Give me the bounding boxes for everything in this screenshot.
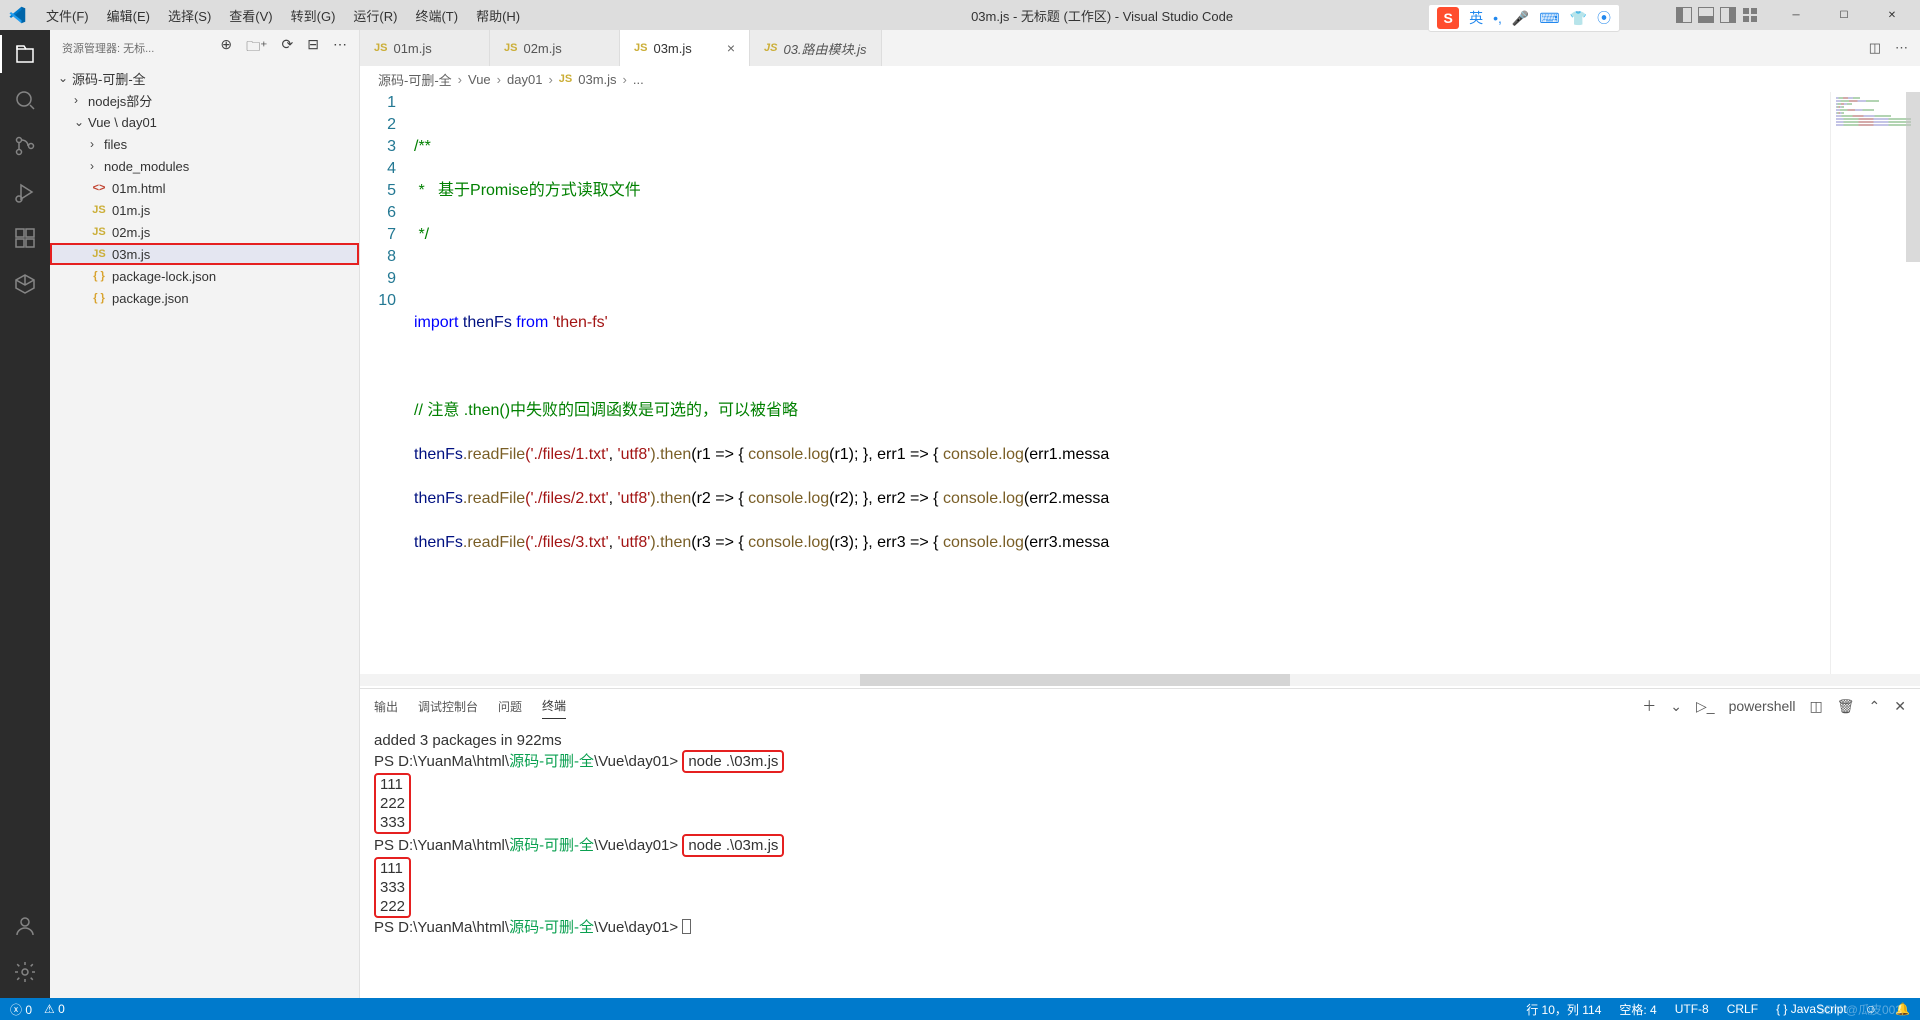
minimize-button[interactable]: ─ <box>1776 0 1816 30</box>
maximize-panel-icon[interactable]: ⌃ <box>1869 698 1881 715</box>
ime-lang[interactable]: 英 <box>1469 8 1483 28</box>
status-errors[interactable]: ⓧ 0 <box>10 1001 32 1018</box>
editor-tabs: JS01m.js JS02m.js JS03m.js× JS03.路由模块.js… <box>360 30 1920 66</box>
remote-icon[interactable] <box>11 270 39 298</box>
tree-folder-files[interactable]: ›files <box>50 133 359 155</box>
vscode-logo-icon <box>8 6 26 24</box>
tab-03m[interactable]: JS03m.js× <box>620 30 750 66</box>
account-icon[interactable] <box>11 912 39 940</box>
explorer-sidebar: 资源管理器: 无标... ⊕ 🗀⁺ ⟳ ⊟ ⋯ ⌄源码-可删-全 ›nodejs… <box>50 30 360 998</box>
editor-area: JS01m.js JS02m.js JS03m.js× JS03.路由模块.js… <box>360 30 1920 998</box>
tree-file-packagelock[interactable]: { }package-lock.json <box>50 265 359 287</box>
ime-user-icon[interactable]: 👕 <box>1570 10 1587 27</box>
menu-file[interactable]: 文件(F) <box>38 3 97 28</box>
terminal-content[interactable]: added 3 packages in 922ms PS D:\YuanMa\h… <box>360 723 1920 998</box>
tree-file-package[interactable]: { }package.json <box>50 287 359 309</box>
tree-folder-vue[interactable]: ⌄Vue \ day01 <box>50 111 359 133</box>
menu-view[interactable]: 查看(V) <box>221 3 280 28</box>
menu-terminal[interactable]: 终端(T) <box>407 3 466 28</box>
panel-tab-output[interactable]: 输出 <box>374 694 398 719</box>
explorer-icon[interactable] <box>11 40 39 68</box>
ime-keyboard-icon[interactable]: ⌨ <box>1539 10 1559 27</box>
horizontal-scrollbar[interactable] <box>360 674 1920 686</box>
tree-file-01m-js[interactable]: JS01m.js <box>50 199 359 221</box>
command-highlight: node .\03m.js <box>682 750 784 773</box>
bottom-panel: 输出 调试控制台 问题 终端 ＋ ⌄ ▷_ powershell ◫ 🗑 ⌃ ✕… <box>360 688 1920 998</box>
close-icon[interactable]: × <box>727 40 735 56</box>
tree-file-01m-html[interactable]: <>01m.html <box>50 177 359 199</box>
collapse-icon[interactable]: ⊟ <box>307 36 319 60</box>
source-control-icon[interactable] <box>11 132 39 160</box>
line-numbers: 12345 678910 <box>360 92 414 674</box>
output-highlight-1: 111222333 <box>374 773 411 834</box>
settings-icon[interactable] <box>11 958 39 986</box>
encoding[interactable]: UTF-8 <box>1675 1002 1709 1016</box>
tree-file-03m-js[interactable]: JS03m.js <box>50 243 359 265</box>
layout-grid-icon[interactable] <box>1742 7 1758 23</box>
search-icon[interactable] <box>11 86 39 114</box>
tree-root[interactable]: ⌄源码-可删-全 <box>50 67 359 89</box>
ime-mic-icon[interactable]: 🎤 <box>1512 10 1529 27</box>
panel-tabs: 输出 调试控制台 问题 终端 ＋ ⌄ ▷_ powershell ◫ 🗑 ⌃ ✕ <box>360 689 1920 723</box>
ime-punct-icon[interactable]: •, <box>1493 10 1502 26</box>
layout-left-icon[interactable] <box>1676 7 1692 23</box>
status-bar: ⓧ 0 ⚠ 0 行 10，列 114 空格: 4 UTF-8 CRLF { } … <box>0 998 1920 1020</box>
sidebar-header: 资源管理器: 无标... ⊕ 🗀⁺ ⟳ ⊟ ⋯ <box>50 30 359 65</box>
new-folder-icon[interactable]: 🗀⁺ <box>246 36 267 60</box>
trash-icon[interactable]: 🗑 <box>1837 698 1855 715</box>
panel-tab-debug[interactable]: 调试控制台 <box>418 694 478 719</box>
tree-file-02m-js[interactable]: JS02m.js <box>50 221 359 243</box>
window-controls: ─ ☐ ✕ <box>1676 0 1912 30</box>
sogou-icon[interactable]: S <box>1437 7 1459 29</box>
breadcrumb[interactable]: 源码-可删-全› Vue› day01› JS 03m.js› ... <box>360 66 1920 92</box>
tab-route[interactable]: JS03.路由模块.js <box>750 30 882 66</box>
panel-tab-terminal[interactable]: 终端 <box>542 693 566 719</box>
cursor <box>682 919 691 934</box>
vertical-scrollbar[interactable] <box>1906 92 1920 674</box>
run-debug-icon[interactable] <box>11 178 39 206</box>
activity-bar <box>0 30 50 998</box>
more-icon[interactable]: ⋯ <box>333 36 347 60</box>
status-warnings[interactable]: ⚠ 0 <box>44 1002 65 1016</box>
code-editor[interactable]: 12345 678910 /** * 基于Promise的方式读取文件 */ i… <box>360 92 1830 674</box>
command-highlight: node .\03m.js <box>682 834 784 857</box>
tab-01m[interactable]: JS01m.js <box>360 30 490 66</box>
tree-folder-nodejs[interactable]: ›nodejs部分 <box>50 89 359 111</box>
title-bar: 文件(F) 编辑(E) 选择(S) 查看(V) 转到(G) 运行(R) 终端(T… <box>0 0 1920 30</box>
terminal-dropdown-icon[interactable]: ⌄ <box>1670 698 1682 715</box>
ime-menu-icon[interactable]: ⦿ <box>1597 8 1611 28</box>
new-file-icon[interactable]: ⊕ <box>220 36 232 60</box>
sidebar-title: 资源管理器: 无标... <box>62 40 220 56</box>
tab-more-icon[interactable]: ⋯ <box>1895 40 1908 56</box>
menu-bar: 文件(F) 编辑(E) 选择(S) 查看(V) 转到(G) 运行(R) 终端(T… <box>38 3 528 28</box>
split-editor-icon[interactable]: ◫ <box>1869 40 1881 56</box>
close-button[interactable]: ✕ <box>1872 0 1912 30</box>
close-panel-icon[interactable]: ✕ <box>1894 698 1906 715</box>
menu-run[interactable]: 运行(R) <box>345 3 405 28</box>
menu-help[interactable]: 帮助(H) <box>468 3 528 28</box>
terminal-shell-icon[interactable]: ▷_ <box>1696 698 1715 715</box>
split-terminal-icon[interactable]: ◫ <box>1810 698 1823 715</box>
code-content[interactable]: /** * 基于Promise的方式读取文件 */ import thenFs … <box>414 92 1830 674</box>
watermark: SDN @瓜皮003 <box>1817 1001 1902 1018</box>
ime-toolbar[interactable]: S 英 •, 🎤 ⌨ 👕 ⦿ <box>1428 4 1620 32</box>
menu-goto[interactable]: 转到(G) <box>283 3 344 28</box>
new-terminal-icon[interactable]: ＋ <box>1642 696 1656 716</box>
indent[interactable]: 空格: 4 <box>1619 1001 1656 1018</box>
layout-bottom-icon[interactable] <box>1698 7 1714 23</box>
output-highlight-2: 111333222 <box>374 857 411 918</box>
menu-edit[interactable]: 编辑(E) <box>99 3 158 28</box>
menu-selection[interactable]: 选择(S) <box>160 3 219 28</box>
refresh-icon[interactable]: ⟳ <box>282 36 294 60</box>
tree-folder-nodemodules[interactable]: ›node_modules <box>50 155 359 177</box>
eol[interactable]: CRLF <box>1727 1002 1758 1016</box>
panel-tab-problems[interactable]: 问题 <box>498 694 522 719</box>
tab-02m[interactable]: JS02m.js <box>490 30 620 66</box>
terminal-shell[interactable]: powershell <box>1729 698 1796 714</box>
extensions-icon[interactable] <box>11 224 39 252</box>
layout-right-icon[interactable] <box>1720 7 1736 23</box>
maximize-button[interactable]: ☐ <box>1824 0 1864 30</box>
file-tree: ⌄源码-可删-全 ›nodejs部分 ⌄Vue \ day01 ›files ›… <box>50 65 359 998</box>
cursor-position[interactable]: 行 10，列 114 <box>1526 1001 1601 1018</box>
